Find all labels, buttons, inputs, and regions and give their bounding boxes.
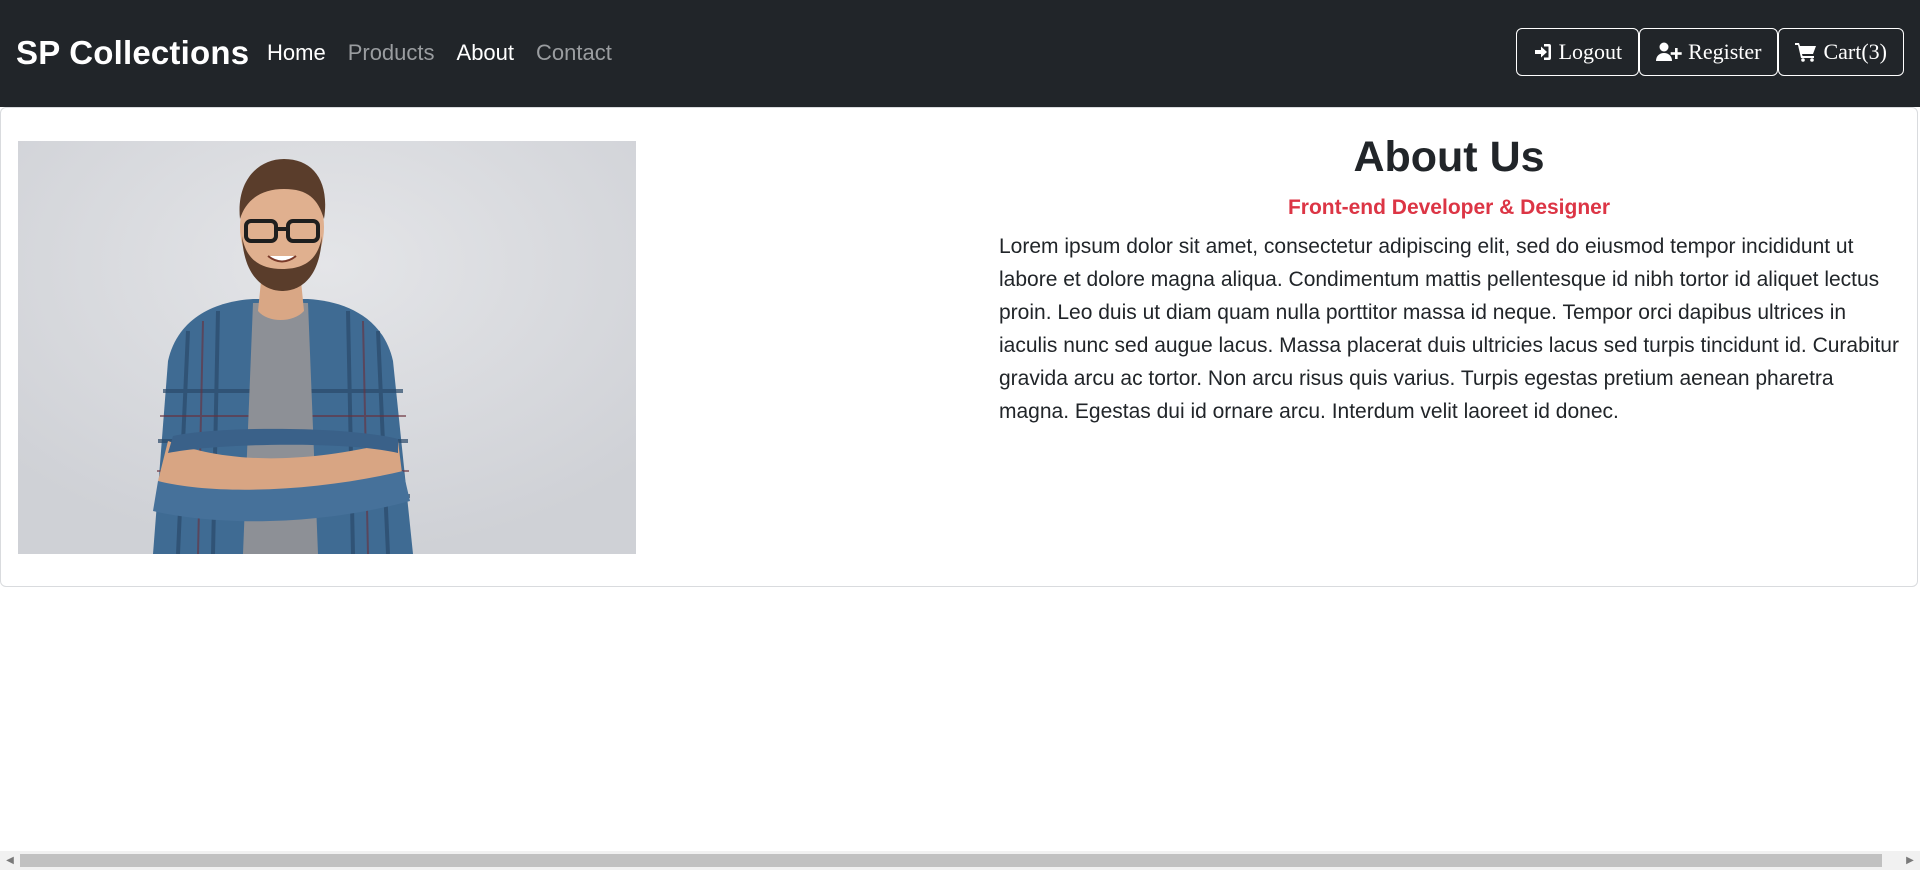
scroll-left-icon[interactable]: ◀ [0, 851, 20, 870]
register-label: Register [1688, 39, 1762, 64]
nav-link-about[interactable]: About [457, 40, 515, 66]
horizontal-scrollbar[interactable]: ◀ ▶ [0, 851, 1920, 870]
nav-links: Home Products About Contact [267, 40, 634, 66]
about-section: About Us Front-end Developer & Designer … [999, 125, 1899, 428]
nav-link-contact[interactable]: Contact [536, 40, 612, 66]
user-plus-icon [1656, 42, 1682, 62]
page-title: About Us [1353, 133, 1545, 181]
scrollbar-thumb[interactable] [20, 854, 1882, 867]
brand-logo[interactable]: SP Collections [16, 34, 249, 72]
nav-link-home[interactable]: Home [267, 40, 326, 66]
navbar: SP Collections Home Products About Conta… [0, 0, 1920, 107]
role-subtitle: Front-end Developer & Designer [1287, 196, 1611, 219]
logout-button[interactable]: Logout [1515, 28, 1640, 76]
cart-label: Cart(3) [1823, 39, 1887, 64]
about-paragraph: Lorem ipsum dolor sit amet, consectetur … [999, 235, 1899, 423]
nav-link-products[interactable]: Products [348, 40, 435, 66]
profile-photo [18, 141, 636, 554]
register-button[interactable]: Register [1639, 28, 1779, 76]
shopping-cart-icon [1795, 42, 1817, 62]
sign-in-icon [1533, 42, 1553, 62]
scroll-right-icon[interactable]: ▶ [1900, 851, 1920, 870]
logout-label: Logout [1558, 39, 1623, 64]
cart-button[interactable]: Cart(3) [1778, 28, 1904, 76]
nav-actions: Logout Register Cart(3) [1515, 28, 1904, 76]
